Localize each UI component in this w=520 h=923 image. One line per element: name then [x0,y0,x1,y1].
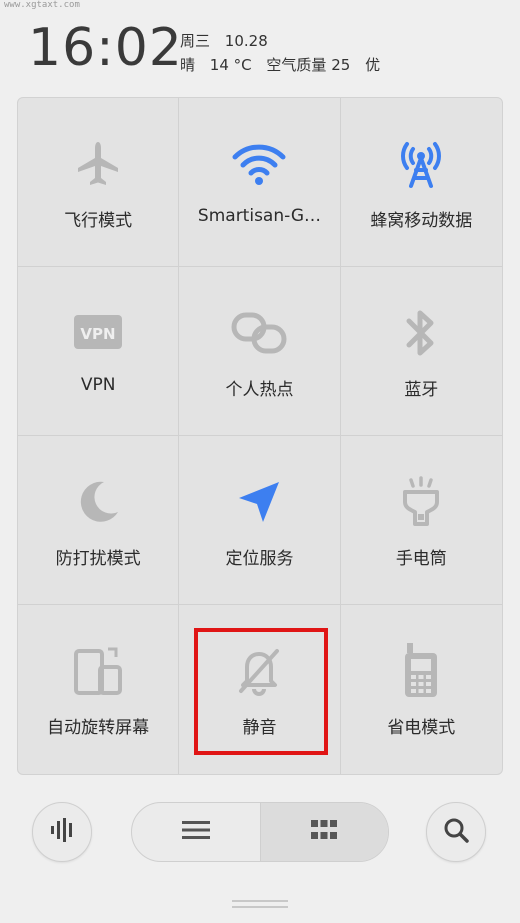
airplane-icon [70,136,126,192]
hotspot-icon [231,305,287,361]
clock-time: 16:02 [28,18,183,78]
tile-mute[interactable]: 静音 [179,605,341,774]
vpn-icon: VPN [70,305,126,361]
air-quality: 空气质量 25 [266,56,351,74]
view-toggle [131,802,389,862]
tile-hotspot[interactable]: 个人热点 [179,267,341,436]
tile-label: 定位服务 [225,549,294,569]
search-icon [443,817,469,847]
tile-label: 静音 [242,718,277,738]
voice-button[interactable] [32,802,92,862]
list-view-button[interactable] [132,803,260,861]
wifi-icon [231,136,287,192]
tile-airplane-mode[interactable]: 飞行模式 [18,98,180,267]
flashlight-icon [393,474,449,530]
tile-label: Smartisan-G… [197,206,322,226]
tile-label: 蜂窝移动数据 [370,211,473,231]
tile-label: 自动旋转屏幕 [47,718,150,738]
bell-mute-icon [231,643,287,699]
tile-label: 手电筒 [395,549,447,569]
quick-settings-grid: 飞行模式 Smartisan-G… 蜂窝移动数据 VPN VPN 个人热点 蓝牙… [17,97,503,775]
tile-bluetooth[interactable]: 蓝牙 [340,267,502,436]
tile-flashlight[interactable]: 手电筒 [340,436,502,605]
air-quality-level: 优 [365,56,381,74]
weekday: 周三 [180,32,211,50]
drag-handle-line-bottom[interactable] [232,906,288,908]
tile-location-services[interactable]: 定位服务 [179,436,341,605]
temperature: 14 °C [209,56,252,74]
grid-view-button[interactable] [259,803,388,861]
bottom-bar [0,790,520,870]
location-arrow-icon [231,474,287,530]
search-button[interactable] [426,802,486,862]
drag-handle-line-top[interactable] [232,900,288,902]
tile-auto-rotate[interactable]: 自动旋转屏幕 [18,605,180,774]
tile-label: 个人热点 [225,380,294,400]
grid-icon [310,819,338,845]
auto-rotate-icon [70,643,126,699]
weather-line: 晴 14 °C 空气质量 25 优 [180,54,390,75]
tile-label: 蓝牙 [404,380,439,400]
tile-label: 防打扰模式 [55,549,141,569]
tile-label: 省电模式 [387,718,456,738]
moon-icon [70,474,126,530]
tile-do-not-disturb[interactable]: 防打扰模式 [18,436,180,605]
tile-vpn[interactable]: VPN VPN [18,267,180,436]
battery-saver-icon [393,643,449,699]
svg-text:VPN: VPN [81,325,116,343]
tile-battery-saver[interactable]: 省电模式 [341,605,502,774]
date-line: 周三 10.28 [180,30,278,51]
tile-label: VPN [80,375,116,395]
date: 10.28 [224,32,268,50]
voice-wave-icon [48,816,76,848]
tile-cellular-data[interactable]: 蜂窝移动数据 [340,98,502,267]
list-menu-icon [181,818,211,846]
tile-label: 飞行模式 [64,211,133,231]
bluetooth-icon [393,305,449,361]
tile-wifi[interactable]: Smartisan-G… [179,98,341,267]
weather-condition: 晴 [180,56,196,74]
cellular-tower-icon [393,136,449,192]
status-header: 16:02 周三 10.28 晴 14 °C 空气质量 25 优 [0,0,520,96]
